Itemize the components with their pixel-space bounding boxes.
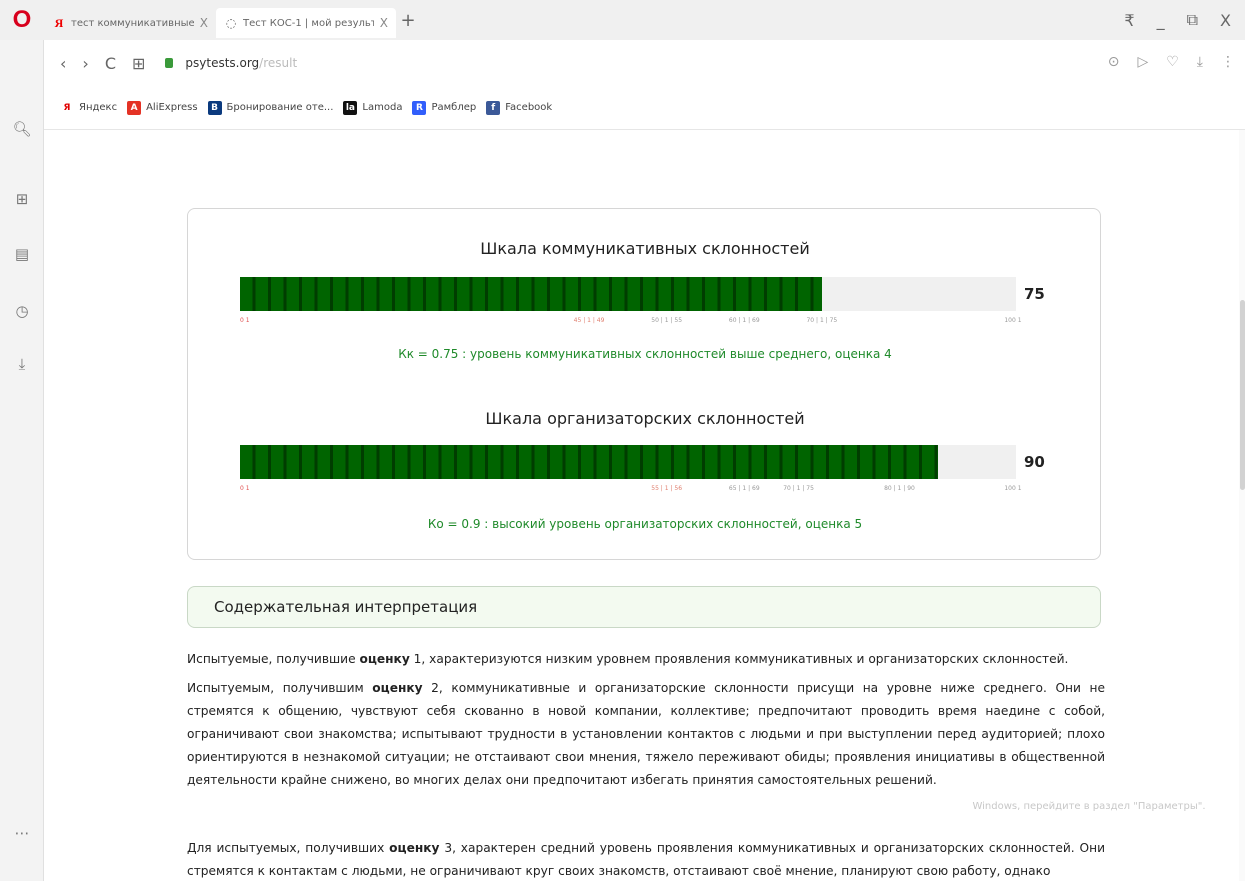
scale-tick-label: 65 | 1 | 69 — [728, 485, 760, 492]
scale-ticks: 0 1 45 | 1 | 49 50 | 1 | 55 60 | 1 | 69 70 |… — [240, 317, 1022, 327]
scale-tick-label: 70 | 1 | 75 — [806, 317, 838, 324]
scale-tick-label: 60 | 1 | 69 — [728, 317, 760, 324]
bookmark-label: Бронирование оте... — [226, 102, 334, 113]
close-window-icon[interactable]: X — [1220, 11, 1231, 30]
scale-tick-label: 100 1 — [1004, 317, 1022, 324]
reload-icon[interactable]: C — [105, 54, 116, 73]
bookmark-item[interactable]: R Рамблер — [412, 100, 477, 115]
scale-tick-label: 45 | 1 | 49 — [573, 317, 605, 324]
search-icon[interactable]: 🔍︎ — [0, 120, 44, 138]
scale-score: 90 — [1024, 453, 1045, 471]
navigation-controls: ‹ › C ⊞ — [44, 54, 145, 73]
bookmark-icon: A — [127, 100, 142, 115]
speed-dial-icon[interactable]: ⊞ — [132, 54, 145, 73]
bookmark-label: Яндекс — [79, 102, 118, 113]
more-icon[interactable]: ⋯ — [0, 824, 44, 842]
bookmark-item[interactable]: Я Яндекс — [60, 100, 118, 115]
paragraph-text: Испытуемым, получившим — [187, 681, 373, 695]
paragraph-text: 2, коммуникативные и организаторские скл… — [187, 681, 1105, 787]
close-tab-icon[interactable]: X — [380, 16, 388, 30]
minimize-icon[interactable]: _ — [1157, 11, 1165, 30]
results-card: Шкала коммуникативных склонностей 75 0 1… — [187, 208, 1101, 560]
interpretation-heading[interactable]: Содержательная интерпретация — [187, 586, 1101, 628]
bookmark-label: Рамблер — [431, 102, 477, 113]
url-domain: psytests.org — [185, 56, 260, 70]
bookmark-label: Facebook — [505, 102, 553, 113]
url-path: /result — [259, 56, 298, 70]
browser-sidebar: 🔍︎ ⊞ ▤ ◷ ⤓ ⋯ — [0, 40, 44, 881]
loading-icon: ◌ — [225, 16, 237, 30]
bookmark-item[interactable]: B Бронирование оте... — [207, 100, 334, 115]
tab-psytests[interactable]: ◌ Тест КОС-1 | мой результ X — [216, 8, 396, 38]
heart-icon[interactable]: ♡ — [1166, 54, 1179, 70]
history-icon[interactable]: ◷ — [0, 302, 44, 320]
forward-icon[interactable]: › — [82, 54, 88, 73]
scale-tick-label: 100 1 — [1004, 485, 1022, 492]
download-icon[interactable]: ⤓ — [1197, 54, 1203, 70]
downloads-icon[interactable]: ⤓ — [0, 355, 44, 373]
scrollbar-thumb[interactable] — [1240, 300, 1245, 490]
restore-icon[interactable]: ⧉ — [1187, 10, 1198, 30]
tab-menu-icon[interactable]: ₹ — [1124, 11, 1134, 30]
paragraph-text: 1, характеризуются низким уровнем проявл… — [409, 652, 1069, 666]
back-icon[interactable]: ‹ — [60, 54, 66, 73]
menu-icon[interactable]: ⋮ — [1221, 54, 1235, 70]
news-icon[interactable]: ▤ — [0, 245, 44, 263]
scale-result: Кк = 0.75 : уровень коммуникативных скло… — [398, 347, 892, 361]
scale-tick-label: 70 | 1 | 75 — [783, 485, 814, 492]
speed-dial-icon[interactable]: ⊞ — [0, 190, 44, 208]
bookmark-icon: f — [486, 100, 501, 115]
bookmark-item[interactable]: la Lamoda — [343, 100, 403, 115]
url-field[interactable]: psytests.org/result — [185, 56, 297, 70]
scale-fill — [240, 445, 939, 479]
scale-tick-label: 55 | 1 | 56 — [651, 485, 683, 492]
scale-fill — [240, 277, 822, 311]
scale-tick-label: 80 | 1 | 90 — [884, 485, 915, 492]
tab-yandex[interactable]: Я тест коммуникативные и X — [44, 8, 216, 38]
paragraph-bold: оценку — [359, 652, 410, 666]
opera-logo[interactable]: O — [0, 0, 44, 40]
scale-tick-label: 50 | 1 | 55 — [651, 317, 683, 324]
interpretation-paragraph: Испытуемые, получившие оценку 1, характе… — [187, 648, 1105, 671]
bookmark-item[interactable]: A AliExpress — [127, 100, 198, 115]
scale-result: Ко = 0.9 : высокий уровень организаторск… — [427, 517, 863, 531]
bookmark-label: Lamoda — [362, 102, 403, 113]
paragraph-text: Испытуемые, получившие — [187, 652, 360, 666]
bookmark-label: AliExpress — [146, 102, 198, 113]
scrollbar[interactable] — [1239, 130, 1245, 881]
bookmark-item[interactable]: f Facebook — [486, 100, 553, 115]
tab-title: тест коммуникативные и — [71, 17, 194, 29]
paragraph-bold: оценку — [372, 681, 423, 695]
interpretation-paragraph: Испытуемым, получившим оценку 2, коммуни… — [187, 677, 1105, 792]
flow-icon[interactable]: ▷ — [1137, 54, 1148, 70]
new-tab-button[interactable]: + — [396, 10, 420, 31]
close-tab-icon[interactable]: X — [200, 16, 208, 30]
scale-ticks: 0 1 55 | 1 | 56 65 | 1 | 69 70 | 1 | 75 80 |… — [240, 485, 1022, 495]
paragraph-text: Для испытуемых, получивших — [187, 841, 390, 855]
scale-tick-label: 0 1 — [240, 317, 250, 324]
bookmark-icon: la — [343, 100, 358, 115]
bookmark-icon: R — [412, 100, 427, 115]
address-bar-actions: ⊙ ▷ ♡ ⤓ ⋮ — [1108, 54, 1235, 70]
page-viewport: Шкала коммуникативных склонностей 75 0 1… — [44, 130, 1245, 881]
lock-icon[interactable] — [165, 58, 174, 68]
yandex-icon: Я — [54, 15, 64, 30]
bookmark-icon: Я — [60, 100, 74, 115]
tab-bar: O Я тест коммуникативные и X ◌ Тест КОС-… — [0, 0, 1245, 40]
scale-bar — [240, 445, 1016, 479]
interpretation-paragraph: Для испытуемых, получивших оценку 3, хар… — [187, 837, 1105, 881]
scale-score: 75 — [1024, 285, 1045, 303]
activation-watermark: Windows, перейдите в раздел "Параметры". — [972, 801, 1206, 812]
tab-title: Тест КОС-1 | мой результ — [243, 17, 374, 29]
address-bar: ‹ › C ⊞ psytests.org/result ⊙ ▷ ♡ ⤓ ⋮ — [44, 40, 1245, 86]
bookmark-icon: B — [207, 100, 222, 115]
bookmarks-bar: Я Яндекс A AliExpress B Бронирование оте... la… — [44, 86, 1245, 130]
paragraph-bold: оценку — [389, 841, 440, 855]
scale-title: Шкала коммуникативных склонностей — [480, 239, 810, 258]
scale-tick-label: 0 1 — [240, 485, 250, 492]
window-controls: ₹ _ ⧉ X — [1124, 0, 1245, 40]
scale-bar — [240, 277, 1016, 311]
scale-title: Шкала организаторских склонностей — [485, 409, 805, 428]
snapshot-icon[interactable]: ⊙ — [1108, 54, 1120, 70]
